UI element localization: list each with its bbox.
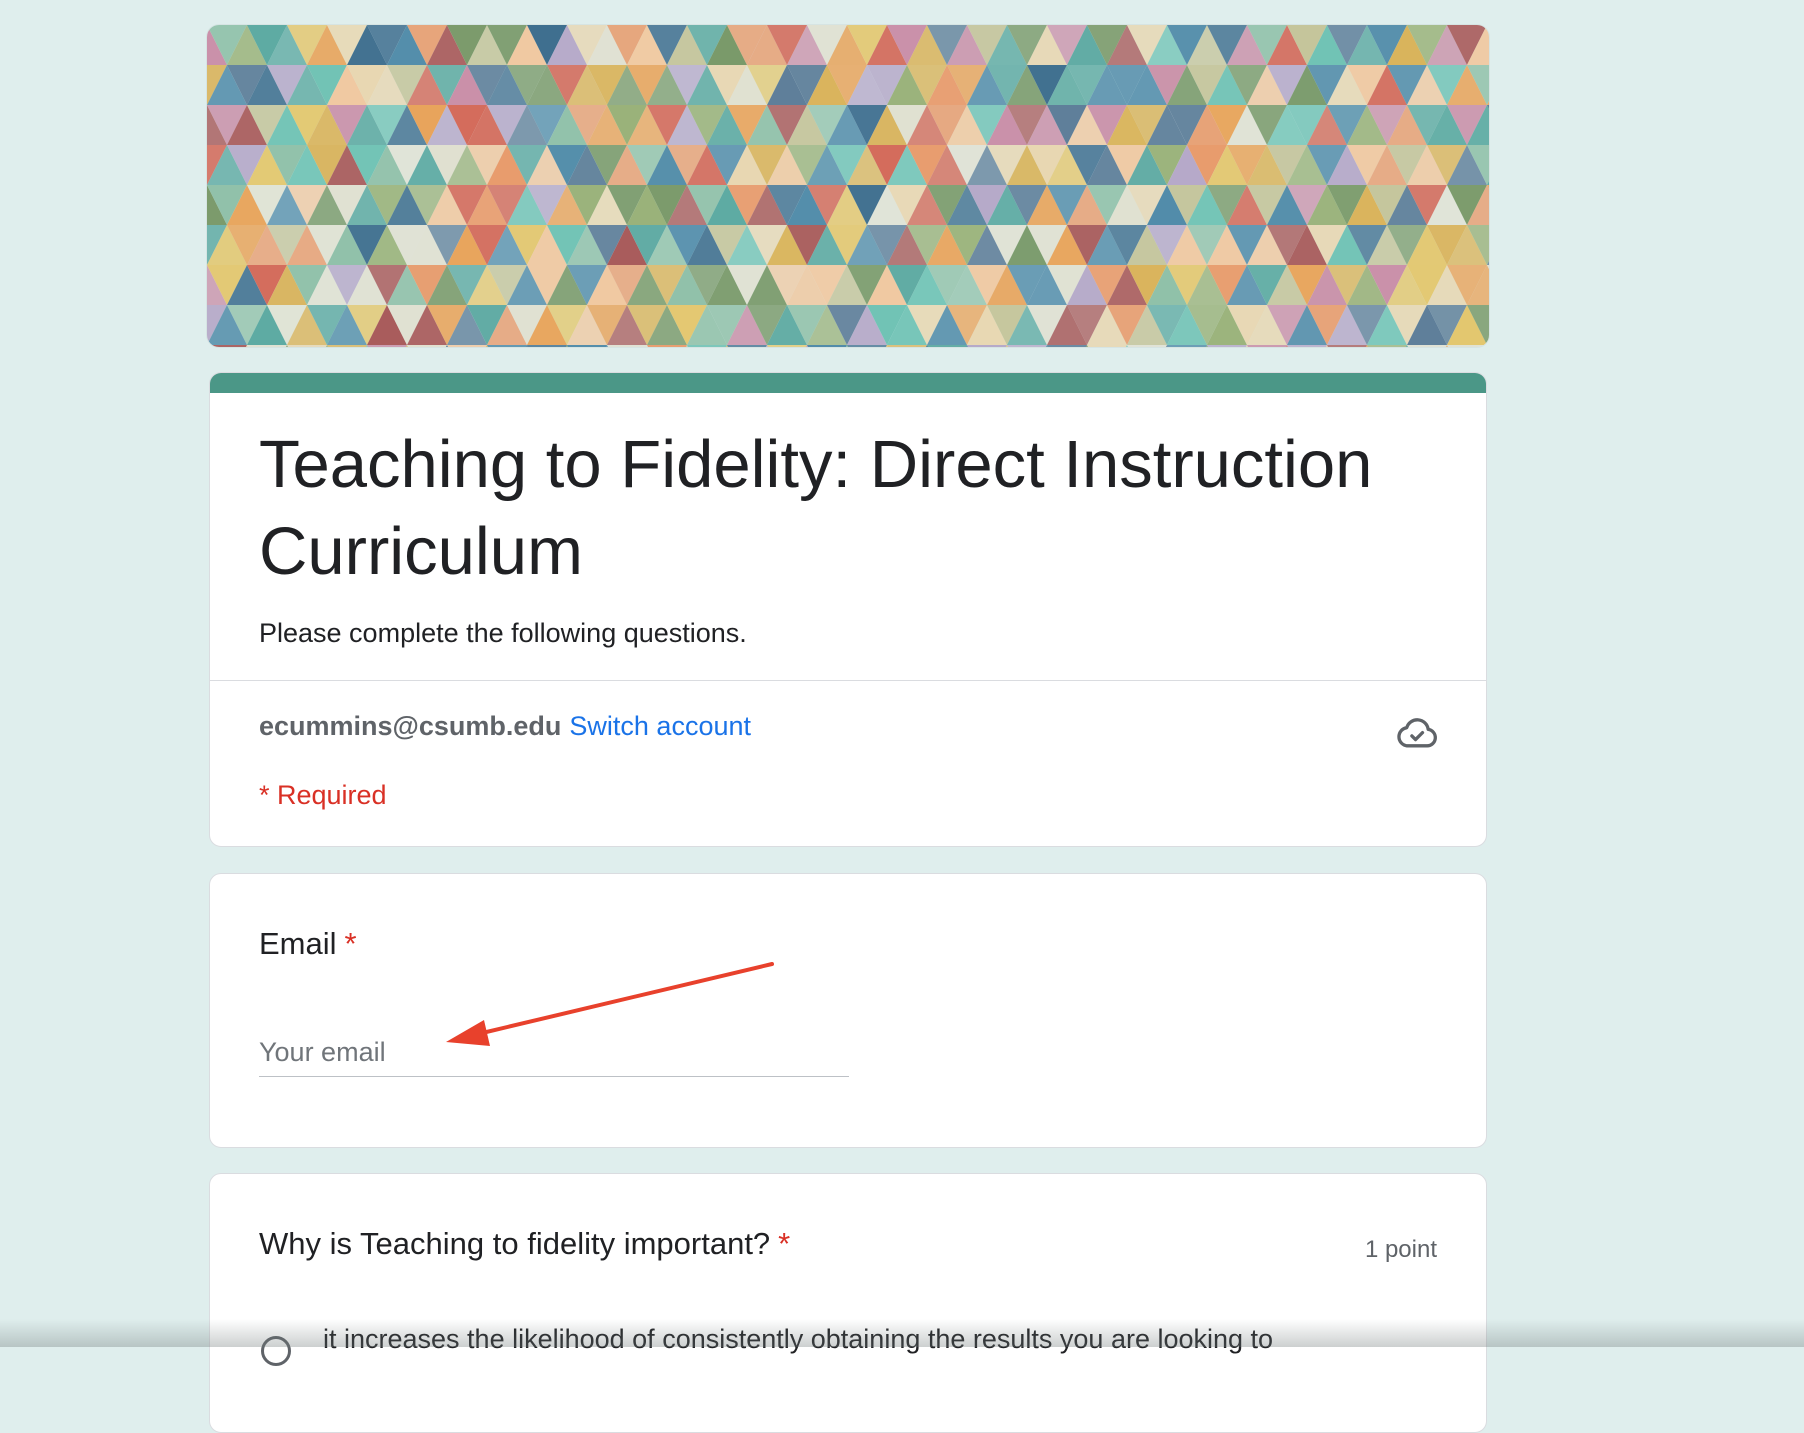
option-label: it increases the likelihood of consisten…	[323, 1324, 1274, 1354]
header-banner-image	[207, 25, 1489, 347]
divider	[210, 680, 1486, 681]
account-email: ecummins@csumb.edu	[259, 711, 562, 741]
points-label: 1 point	[1364, 1236, 1437, 1263]
form-header-card: Teaching to Fidelity: Direct Instruction…	[209, 372, 1487, 847]
cloud-check-icon[interactable]	[1395, 711, 1439, 755]
email-question-card: Email *	[209, 873, 1487, 1148]
switch-account-link[interactable]: Switch account	[569, 711, 751, 741]
fidelity-question-text: Why is Teaching to fidelity important?	[259, 1226, 771, 1261]
form-title: Teaching to Fidelity: Direct Instruction…	[259, 427, 1373, 589]
email-question-label: Email *	[259, 926, 357, 962]
annotation-arrow	[446, 962, 774, 1046]
account-row: ecummins@csumb.edu Switch account	[259, 711, 751, 742]
fidelity-question-label: Why is Teaching to fidelity important? *	[259, 1226, 790, 1262]
required-asterisk: *	[344, 926, 357, 961]
required-asterisk: *	[778, 1226, 791, 1261]
email-label-text: Email	[259, 926, 337, 961]
fidelity-question-card: Why is Teaching to fidelity important? * …	[209, 1173, 1487, 1433]
form-description: Please complete the following questions.	[259, 618, 747, 648]
accent-bar	[210, 373, 1486, 393]
required-note: * Required	[259, 780, 387, 810]
radio-option[interactable]: it increases the likelihood of consisten…	[259, 1324, 1409, 1366]
email-input[interactable]	[259, 1029, 849, 1077]
radio-button-icon[interactable]	[261, 1336, 291, 1366]
